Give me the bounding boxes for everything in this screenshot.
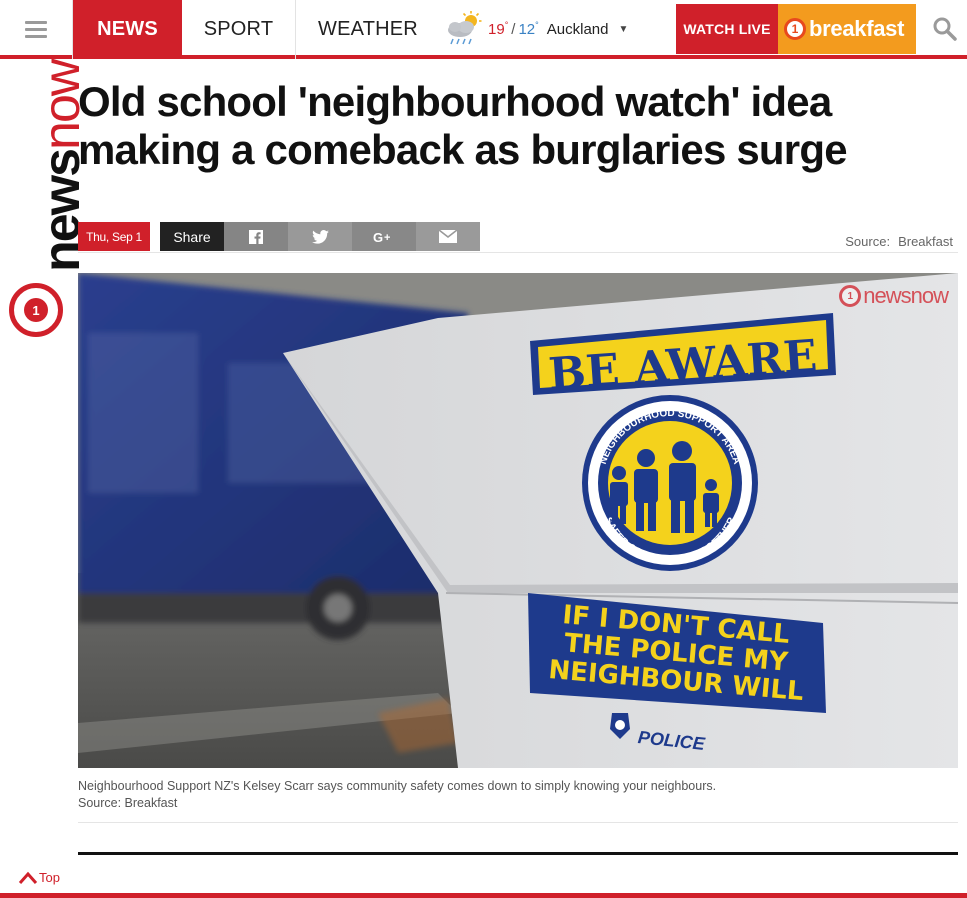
chevron-up-icon xyxy=(18,871,38,884)
image-caption: Neighbourhood Support NZ's Kelsey Scarr … xyxy=(78,778,958,812)
weather-cloud-rain-sun-icon xyxy=(448,11,482,45)
google-plus-icon: G + xyxy=(373,230,390,244)
share-googleplus-button[interactable]: G + xyxy=(352,222,416,251)
article-headline: Old school 'neighbourhood watch' idea ma… xyxy=(78,78,848,173)
caption-source: Source: Breakfast xyxy=(78,796,178,810)
weather-widget[interactable]: 19° / 12° Auckland ▼ xyxy=(444,8,628,50)
video-watermark: 1 newsnow xyxy=(839,283,949,309)
share-label: Share xyxy=(160,222,224,251)
nav-item-sport[interactable]: SPORT xyxy=(182,0,296,59)
temperature-low: 12° xyxy=(518,20,539,38)
menu-icon xyxy=(25,17,47,42)
chevron-down-icon: ▼ xyxy=(618,23,629,35)
footer-bar xyxy=(0,893,967,898)
breakfast-label: breakfast xyxy=(809,16,905,41)
back-to-top-label: Top xyxy=(39,870,60,885)
divider xyxy=(78,822,958,823)
weather-city: Auckland xyxy=(546,20,609,38)
divider xyxy=(78,252,958,253)
article-source: Source: Breakfast xyxy=(845,234,953,249)
search-icon[interactable] xyxy=(932,16,958,42)
nav-item-news[interactable]: NEWS xyxy=(73,0,182,59)
facebook-icon xyxy=(249,229,263,244)
temperature-high: 19° xyxy=(488,20,509,38)
nav-item-weather[interactable]: WEATHER xyxy=(296,0,440,59)
article-date: Thu, Sep 1 xyxy=(78,222,150,251)
brand-logo-vertical[interactable]: newsnow 1 xyxy=(0,61,91,362)
svg-text:G: G xyxy=(373,230,383,244)
top-navigation: NEWS SPORT WEATHER 19° / 12° Auckland ▼ … xyxy=(0,0,967,59)
twitter-icon xyxy=(311,229,329,244)
section-divider xyxy=(78,852,958,855)
hero-image: BE AWARE NEIGHBOURHOOD SUPPORT AREA SAFE… xyxy=(78,273,958,768)
brand-badge: 1 xyxy=(9,283,63,337)
svg-text:+: + xyxy=(384,232,390,244)
breakfast-button[interactable]: 1 breakfast xyxy=(778,4,916,54)
share-facebook-button[interactable] xyxy=(224,222,288,251)
email-icon xyxy=(439,230,457,243)
share-twitter-button[interactable] xyxy=(288,222,352,251)
back-to-top-link[interactable]: Top xyxy=(18,870,60,885)
share-email-button[interactable] xyxy=(416,222,480,251)
breakfast-logo-badge: 1 xyxy=(784,18,806,40)
temperature-separator: / xyxy=(511,20,516,38)
caption-text: Neighbourhood Support NZ's Kelsey Scarr … xyxy=(78,779,717,793)
watch-live-button[interactable]: WATCH LIVE xyxy=(676,4,778,54)
menu-button[interactable] xyxy=(0,0,73,59)
hero-photo-illustration: BE AWARE NEIGHBOURHOOD SUPPORT AREA SAFE… xyxy=(78,273,958,768)
